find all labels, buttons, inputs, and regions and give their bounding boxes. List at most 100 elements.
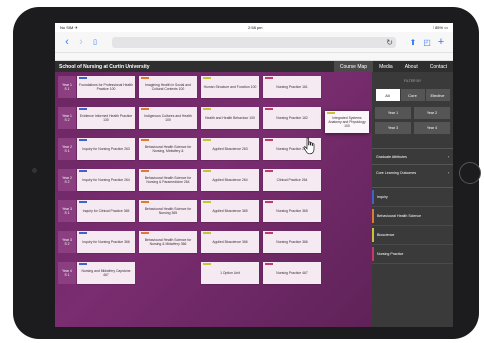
unit-card-title: Applied Bioscience 366	[212, 239, 248, 244]
stream-color-bar	[141, 139, 149, 141]
stream-color-bar	[203, 77, 211, 79]
new-tab-icon[interactable]: +	[434, 36, 448, 48]
unit-card-title: Clinical Practice 264	[276, 177, 308, 182]
unit-card[interactable]: Indigenous Cultures and Health 100	[139, 107, 197, 129]
course-grid: Year 1S 1 Year 1S 2 Year 2S 1 Year 2S 2 Year…	[55, 72, 372, 327]
unit-card-title: Inquiry for Nursing Practice 366	[82, 239, 130, 244]
unit-card-title: Applied Bioscience 264	[212, 177, 248, 182]
legend-behavioural-label: Behavioural Health Science	[377, 214, 422, 218]
unit-card[interactable]: Behavioural Health Science for Nursing &…	[139, 231, 197, 253]
unit-card[interactable]: Nursing Practice 161	[263, 76, 321, 98]
unit-card-title: Integrated Systems Anatomy and Physiolog…	[328, 115, 366, 129]
row-label: Year 1S 2	[58, 107, 76, 129]
stream-color-bar	[141, 77, 149, 79]
legend-nursing-practice-label: Nursing Practice	[377, 252, 404, 256]
legend-behavioural[interactable]: Behavioural Health Science	[372, 207, 453, 226]
unit-card[interactable]: Behavioural Health Science for Nursing &…	[139, 169, 197, 191]
stream-color-bar	[141, 170, 149, 172]
filter-year-1[interactable]: Year 1	[375, 107, 411, 119]
unit-card-title: Applied Bioscience 365	[212, 208, 248, 213]
carrier-label: No SIM ✈	[60, 25, 78, 30]
unit-card[interactable]: Nursing Practice 162	[263, 107, 321, 129]
stream-color-bar	[79, 77, 87, 79]
unit-card-title: Nursing Practice 162	[276, 115, 308, 120]
site-title[interactable]: School of Nursing at Curtin University	[55, 64, 334, 70]
stream-color-bar	[141, 108, 149, 110]
unit-card[interactable]: Applied Bioscience 366	[201, 231, 259, 253]
stream-color-bar	[265, 170, 273, 172]
stream-color-bar	[79, 139, 87, 141]
stream-color-bar	[265, 232, 273, 234]
unit-card[interactable]: Inquiry for Nursing Practice 264	[77, 169, 135, 191]
filter-elective[interactable]: Elective	[425, 89, 450, 101]
unit-card-title: Inquiry for Clinical Practice 365	[82, 208, 130, 213]
unit-card[interactable]: Inquiry for Nursing Practice 366	[77, 231, 135, 253]
filter-year-4[interactable]: Year 4	[414, 122, 450, 134]
home-button[interactable]	[459, 162, 481, 184]
unit-card-title: Human Structure and Function 100	[203, 84, 257, 89]
unit-card-title: Nursing Practice 366	[276, 239, 308, 244]
unit-card[interactable]: Clinical Practice 264	[263, 169, 321, 191]
row-label: Year 1S 1	[58, 76, 76, 98]
unit-card[interactable]: Inquiry for Nursing Practice 263	[77, 138, 135, 160]
unit-card[interactable]: Behavioural Health Science for Nursing 3…	[139, 200, 197, 222]
unit-card-title: Nursing Practice 365	[276, 208, 308, 213]
stream-color-bar	[141, 232, 149, 234]
legend-bioscience-label: Bioscience	[377, 233, 395, 237]
book-icon[interactable]: ▯	[88, 38, 102, 46]
unit-card[interactable]: Nursing Practice 467	[263, 262, 321, 284]
stream-color-bar	[203, 263, 211, 265]
stream-legend: Inquiry Behavioural Health Science Biosc…	[372, 187, 453, 264]
unit-card[interactable]: Human Structure and Function 100	[201, 76, 259, 98]
filter-year-3[interactable]: Year 3	[375, 122, 411, 134]
unit-card[interactable]: Behavioural Health Science for Nursing, …	[139, 138, 197, 160]
stream-color-bar	[203, 108, 211, 110]
back-icon[interactable]: ‹	[60, 36, 74, 48]
unit-card-title: Inquiry for Nursing Practice 264	[82, 177, 130, 182]
legend-inquiry-label: Inquiry	[377, 195, 388, 199]
unit-card[interactable]: Nursing and Midwifery Capstone 467	[77, 262, 135, 284]
graduate-attributes-toggle[interactable]: Graduate Attributes ›	[372, 148, 453, 164]
stream-color-bar	[265, 201, 273, 203]
legend-nursing-practice[interactable]: Nursing Practice	[372, 245, 453, 264]
tabs-icon[interactable]: ◰	[420, 38, 434, 47]
filter-all[interactable]: All	[375, 89, 400, 101]
reload-icon[interactable]: ↻	[386, 37, 393, 48]
unit-card[interactable]: Nursing Practice 365	[263, 200, 321, 222]
core-learning-outcomes-toggle[interactable]: Core Learning Outcomes ›	[372, 164, 453, 180]
filter-core[interactable]: Core	[400, 89, 425, 101]
share-icon[interactable]: ⬆	[406, 38, 420, 47]
unit-card-title: Nursing and Midwifery Capstone 467	[81, 268, 131, 277]
unit-card[interactable]: Applied Bioscience 264	[201, 169, 259, 191]
stream-color-bar	[203, 170, 211, 172]
unit-card-title: 1 Option Unit	[220, 270, 240, 275]
unit-card[interactable]: Inquiry for Clinical Practice 365	[77, 200, 135, 222]
unit-card-title: Inquiry for Nursing Practice 263	[82, 146, 130, 151]
unit-card[interactable]: Foundations for Professional Health Prac…	[77, 76, 135, 98]
unit-card[interactable]: 1 Option Unit	[201, 262, 259, 284]
stream-color-bar	[265, 108, 273, 110]
row-label: Year 2S 2	[58, 169, 76, 191]
unit-card-title: Health and Health Behaviour 100	[205, 115, 255, 120]
unit-card-title: Evidence Informed Health Practice 130	[79, 113, 133, 122]
unit-card[interactable]: Evidence Informed Health Practice 130	[77, 107, 135, 129]
unit-type-filter: All Core Elective	[375, 89, 450, 101]
unit-card-title: Indigenous Cultures and Health 100	[144, 113, 192, 122]
unit-card[interactable]: Imagining Health in Social and Cultural …	[139, 76, 197, 98]
filter-year-2[interactable]: Year 2	[414, 107, 450, 119]
address-bar[interactable]: ↻	[112, 36, 396, 48]
unit-card[interactable]: Integrated Systems Anatomy and Physiolog…	[325, 111, 369, 133]
unit-card[interactable]: Applied Bioscience 263	[201, 138, 259, 160]
battery-indicator: ⁝ 85% ▭	[432, 25, 448, 30]
legend-bioscience[interactable]: Bioscience	[372, 226, 453, 245]
unit-card-title: Behavioural Health Science for Nursing &…	[144, 237, 192, 246]
row-label: Year 3S 2	[58, 231, 76, 253]
row-label: Year 2S 1	[58, 138, 76, 160]
legend-inquiry[interactable]: Inquiry	[372, 188, 453, 207]
unit-card[interactable]: Applied Bioscience 365	[201, 200, 259, 222]
stream-color-bar	[203, 201, 211, 203]
stream-color-bar	[327, 112, 335, 114]
forward-icon[interactable]: ›	[74, 36, 88, 48]
unit-card[interactable]: Health and Health Behaviour 100	[201, 107, 259, 129]
unit-card[interactable]: Nursing Practice 366	[263, 231, 321, 253]
